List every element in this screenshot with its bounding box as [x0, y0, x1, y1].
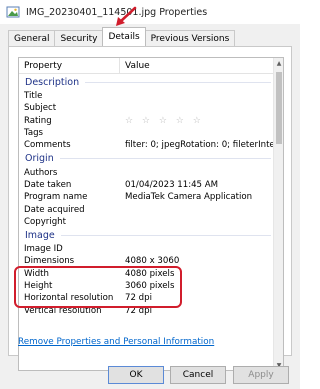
scroll-up-arrow-icon[interactable]: ▲ [274, 58, 283, 68]
property-value[interactable]: filter: 0; jpegRotation: 0; fileterInte.… [120, 140, 275, 150]
property-column-header[interactable]: Property [19, 58, 120, 73]
tab-details[interactable]: Details [102, 27, 146, 46]
section-origin: Origin [19, 151, 275, 166]
property-value[interactable]: 3060 pixels [120, 281, 275, 291]
section-divider [59, 158, 271, 160]
property-name: Date taken [24, 179, 72, 190]
value-column-header[interactable]: Value [120, 58, 275, 73]
red-arrow-annotation [116, 6, 137, 26]
property-value[interactable]: 01/04/2023 11:45 AM [120, 180, 275, 190]
cancel-button[interactable]: Cancel [170, 366, 226, 384]
property-row[interactable]: Title [19, 90, 275, 102]
property-value[interactable]: 4080 pixels [120, 269, 275, 279]
property-list[interactable]: Property Value Description Title Subject [18, 57, 284, 371]
property-value[interactable]: MediaTek Camera Application [120, 192, 275, 202]
ok-button[interactable]: OK [108, 366, 164, 384]
details-panel: Property Value Description Title Subject [8, 46, 292, 371]
property-row[interactable]: Horizontal resolution 72 dpi [19, 292, 275, 304]
scrollbar-thumb[interactable] [276, 72, 282, 144]
property-row[interactable]: Date acquired [19, 203, 275, 215]
property-rows: Description Title Subject Rating ☆ ☆ ☆ ☆… [19, 75, 275, 317]
tab-strip: General Security Details Previous Versio… [8, 27, 236, 46]
property-row[interactable]: Authors [19, 166, 275, 178]
tab-previous-versions[interactable]: Previous Versions [144, 30, 236, 46]
property-row[interactable]: Subject [19, 102, 275, 114]
section-divider [85, 82, 271, 83]
section-label: Image [25, 229, 55, 241]
vertical-scrollbar[interactable]: ▲ ▼ [273, 58, 283, 370]
remove-properties-link[interactable]: Remove Properties and Personal Informati… [18, 337, 214, 347]
property-name: Image ID [24, 244, 63, 255]
property-name: Horizontal resolution [24, 293, 114, 304]
tab-security[interactable]: Security [54, 30, 104, 46]
property-row-width[interactable]: Width 4080 pixels [19, 268, 275, 280]
property-row[interactable]: Date taken 01/04/2023 11:45 AM [19, 179, 275, 191]
property-name: Width [24, 268, 49, 279]
property-name: Rating [24, 115, 52, 126]
rating-stars[interactable]: ☆ ☆ ☆ ☆ ☆ [120, 116, 275, 126]
property-row-height[interactable]: Height 3060 pixels [19, 280, 275, 292]
property-name: Comments [24, 140, 71, 151]
section-description: Description [19, 75, 275, 90]
title-bar: IMG_20230401_114501.jpg Properties [0, 0, 300, 24]
property-name: Tags [24, 128, 44, 139]
property-row[interactable]: Image ID [19, 243, 275, 255]
property-name: Copyright [24, 216, 66, 227]
property-value[interactable]: 4080 x 3060 [120, 256, 275, 266]
section-label: Origin [25, 153, 54, 165]
apply-button[interactable]: Apply [233, 366, 289, 384]
property-row[interactable]: Rating ☆ ☆ ☆ ☆ ☆ [19, 115, 275, 127]
property-row[interactable]: Comments filter: 0; jpegRotation: 0; fil… [19, 139, 275, 151]
property-name: Height [24, 281, 53, 291]
section-label: Description [25, 77, 80, 88]
properties-window: IMG_20230401_114501.jpg Properties Gener… [0, 0, 300, 389]
property-value[interactable]: 72 dpi [120, 306, 275, 316]
property-name: Title [24, 91, 43, 102]
property-name: Vertical resolution [24, 305, 102, 316]
property-name: Program name [24, 192, 88, 203]
property-row[interactable]: Vertical resolution 72 dpi [19, 304, 275, 316]
property-value[interactable]: 72 dpi [120, 293, 275, 303]
section-divider [60, 234, 271, 236]
property-row[interactable]: Tags [19, 127, 275, 139]
tab-general[interactable]: General [8, 30, 56, 46]
property-row[interactable]: Program name MediaTek Camera Application [19, 191, 275, 203]
property-name: Subject [24, 103, 57, 114]
property-row-dimensions[interactable]: Dimensions 4080 x 3060 [19, 255, 275, 267]
property-name: Date acquired [24, 204, 85, 215]
property-name: Authors [24, 167, 58, 178]
property-name: Dimensions [24, 256, 75, 267]
image-file-icon [6, 5, 20, 19]
property-row[interactable]: Copyright [19, 216, 275, 228]
list-header: Property Value [19, 58, 275, 74]
section-image: Image [19, 228, 275, 243]
